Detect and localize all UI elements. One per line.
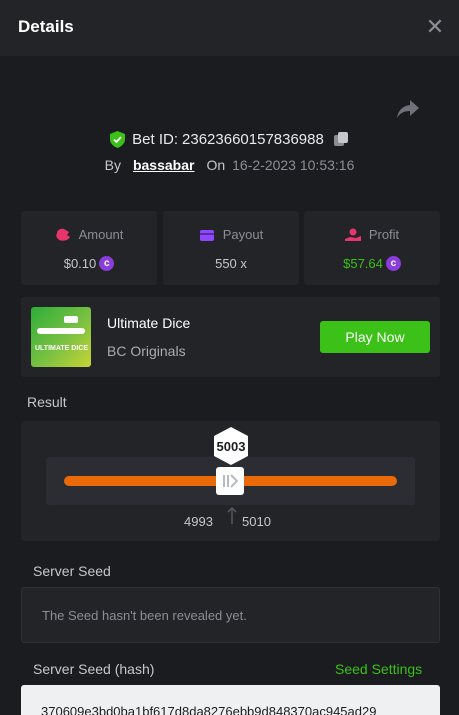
shield-icon [110, 130, 126, 148]
seed-settings-link[interactable]: Seed Settings [335, 661, 422, 677]
amount-icon [55, 228, 70, 241]
play-now-button[interactable]: Play Now [320, 321, 430, 353]
handle-grip-icon [223, 474, 238, 488]
by-label: By [104, 157, 121, 173]
header: Details ✕ [0, 0, 459, 56]
stat-payout: Payout 550 x [163, 211, 299, 285]
server-seed-hash-label: Server Seed (hash) [33, 661, 155, 677]
bet-id-label: Bet ID: [132, 130, 179, 148]
game-thumbnail[interactable]: ULTIMATE DICE [31, 307, 91, 367]
coin-icon: c [385, 256, 401, 271]
stat-amount: Amount $0.10 c [21, 211, 157, 285]
amount-value: $0.10 [63, 256, 97, 271]
payout-value: 550 x [215, 256, 247, 271]
bet-author-row: By bassabar On 16-2-2023 10:53:16 [0, 155, 459, 175]
amount-label: Amount [78, 227, 124, 242]
coin-icon: c [99, 256, 115, 271]
result-roll-value: 5003 [216, 439, 246, 454]
close-icon[interactable]: ✕ [424, 14, 446, 40]
server-seed-placeholder: The Seed hasn't been revealed yet. [42, 608, 247, 623]
profit-label: Profit [368, 227, 400, 242]
payout-icon [199, 229, 214, 241]
bet-id-value: 23623660157836988 [182, 130, 324, 148]
result-panel: 5003 4993 5010 [21, 421, 440, 541]
game-card: ULTIMATE DICE Ultimate Dice BC Originals… [21, 297, 440, 377]
range-low: 4993 [184, 514, 213, 529]
game-provider: BC Originals [107, 343, 186, 359]
server-seed-hash-value: 370609e3bd0ba1bf617d8da8276ebb9d848370ac… [41, 704, 377, 715]
slider-handle [216, 467, 244, 495]
profit-value: $57.64 [343, 256, 383, 271]
server-seed-hash-field[interactable]: 370609e3bd0ba1bf617d8da8276ebb9d848370ac… [21, 685, 440, 715]
page-title: Details [18, 17, 74, 36]
bet-id-row: Bet ID: 23623660157836988 [0, 128, 459, 150]
server-seed-label: Server Seed [33, 563, 111, 579]
game-name: Ultimate Dice [107, 315, 191, 331]
username-link[interactable]: bassabar [133, 157, 194, 173]
game-thumbnail-text: ULTIMATE DICE [35, 345, 89, 352]
range-high: 5010 [242, 514, 271, 529]
arrow-up-icon [227, 507, 237, 524]
share-icon[interactable] [396, 98, 420, 120]
profit-icon [344, 228, 361, 241]
server-seed-field: The Seed hasn't been revealed yet. [21, 587, 440, 643]
stat-profit: Profit $57.64 c [304, 211, 440, 285]
bet-date: 16-2-2023 10:53:16 [232, 157, 355, 173]
result-label: Result [27, 394, 67, 410]
on-label: On [206, 157, 226, 173]
copy-icon[interactable] [333, 131, 349, 147]
payout-label: Payout [222, 227, 264, 242]
